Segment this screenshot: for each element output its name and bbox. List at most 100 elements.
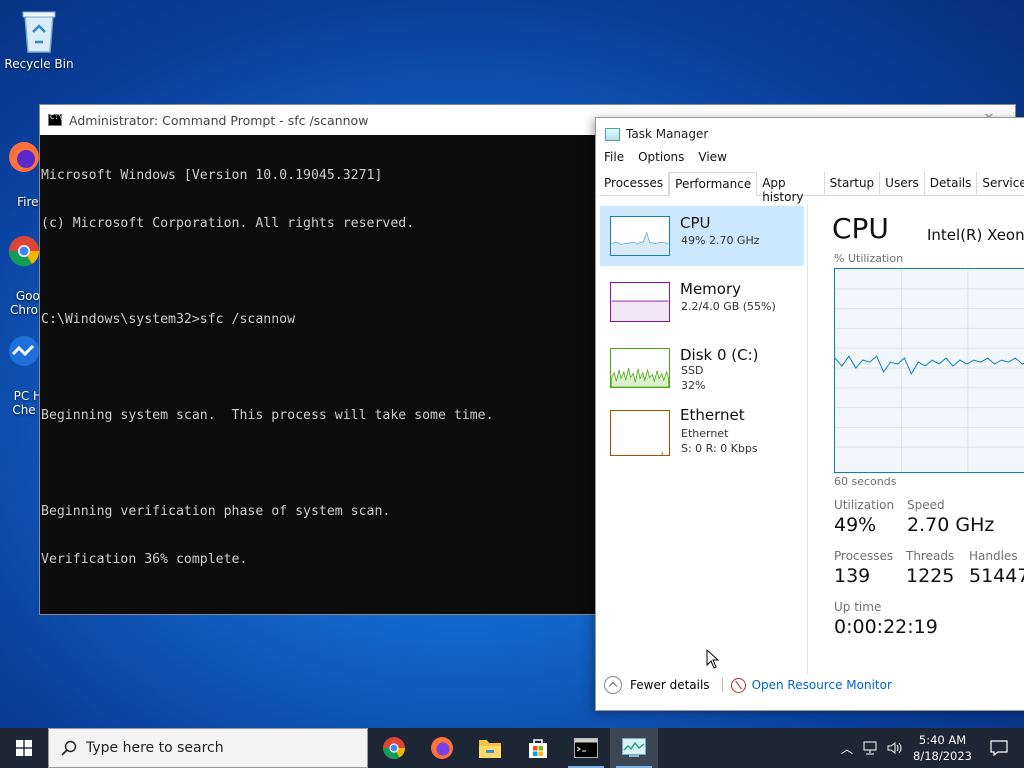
desktop-icon-recycle-bin[interactable]: Recycle Bin (4, 8, 74, 71)
taskbar-command-prompt[interactable] (562, 728, 610, 768)
taskbar-chrome[interactable] (370, 728, 418, 768)
cpu-mini-graph (610, 216, 670, 256)
sidebar-item-ethernet[interactable]: Ethernet Ethernet S: 0 R: 0 Kbps (600, 404, 804, 464)
tab-app-history[interactable]: App history (757, 172, 825, 204)
tab-performance[interactable]: Performance (669, 172, 758, 197)
stat-value: 2.70 GHz (907, 514, 995, 536)
command-prompt-icon (48, 113, 63, 126)
tab-details[interactable]: Details (925, 172, 978, 196)
menu-view[interactable]: View (698, 150, 726, 168)
network-icon[interactable] (863, 741, 879, 755)
sidebar-item-title: Ethernet (680, 406, 745, 424)
pane-divider (807, 204, 808, 674)
tab-services[interactable]: Services (977, 172, 1024, 196)
sidebar-item-title: Disk 0 (C:) (680, 346, 759, 364)
fewer-details-link[interactable]: Fewer details (630, 678, 710, 692)
firefox-icon (9, 142, 39, 172)
task-manager-window[interactable]: Task Manager File Options View Processes… (595, 117, 1024, 711)
desktop-icon-chrome[interactable]: Goo Chro (4, 206, 44, 317)
sidebar-item-subtitle: 49% 2.70 GHz (681, 234, 760, 247)
stat-value: 0:00:22:19 (834, 616, 938, 638)
sidebar-item-subtitle: Ethernet (681, 427, 729, 440)
footer-separator (721, 678, 723, 692)
cpu-utilization-graph (834, 268, 1024, 473)
stat-label: Threads (906, 549, 955, 563)
windows-logo-icon (16, 740, 32, 756)
tm-tabs: Processes Performance App history Startu… (599, 172, 1024, 204)
taskbar-firefox[interactable] (418, 728, 466, 768)
stat-label: Speed (907, 498, 945, 512)
command-prompt-icon (574, 738, 598, 758)
pc-health-check-icon (9, 336, 39, 366)
taskbar: Type here to search ︿ 5:40 AM 8/18/2023 (0, 728, 1024, 768)
volume-icon[interactable] (887, 741, 903, 755)
disk-mini-graph (610, 348, 670, 388)
mouse-cursor-icon (706, 649, 720, 669)
resource-monitor-icon (730, 677, 746, 693)
sidebar-item-subtitle: 2.2/4.0 GB (55%) (681, 300, 776, 313)
chevron-up-icon[interactable] (604, 676, 622, 694)
stat-value: 139 (834, 565, 871, 587)
sidebar-item-memory[interactable]: Memory 2.2/4.0 GB (55%) (600, 272, 804, 332)
tm-menubar: File Options View (596, 150, 1024, 168)
system-tray: ︿ 5:40 AM 8/18/2023 (841, 728, 1024, 768)
taskbar-clock[interactable]: 5:40 AM 8/18/2023 (913, 732, 972, 764)
notifications-icon[interactable] (990, 740, 1008, 756)
sidebar-item-value: S: 0 R: 0 Kbps (681, 442, 758, 455)
stat-processes: Processes 139 (834, 549, 893, 587)
desktop-icon-label: PC H Che (12, 389, 43, 417)
menu-options[interactable]: Options (638, 150, 684, 168)
cpu-model: Intel(R) Xeon(R (927, 226, 1024, 244)
stat-utilization: Utilization 49% (834, 498, 894, 536)
search-icon (61, 740, 77, 756)
open-resource-monitor-link[interactable]: Open Resource Monitor (752, 678, 892, 692)
stat-label: Up time (834, 600, 882, 614)
stat-threads: Threads 1225 (906, 549, 954, 587)
desktop-icon-firefox[interactable]: Fire (4, 112, 44, 209)
stat-handles: Handles 51447 (969, 549, 1024, 587)
taskbar-task-manager[interactable] (610, 728, 658, 768)
time-axis-label: 60 seconds (834, 475, 897, 488)
tm-window-title: Task Manager (626, 127, 709, 141)
start-button[interactable] (0, 728, 48, 768)
sidebar-item-title: Memory (680, 280, 742, 298)
taskbar-file-explorer[interactable] (466, 728, 514, 768)
stat-label: Utilization (834, 498, 895, 512)
clock-date: 8/18/2023 (913, 749, 972, 763)
memory-mini-graph (610, 282, 670, 322)
search-placeholder: Type here to search (86, 740, 224, 756)
store-icon (529, 739, 547, 758)
performance-sidebar: CPU 49% 2.70 GHz Memory 2.2/4.0 GB (55%)… (600, 206, 804, 470)
sidebar-item-subtitle: SSD (681, 364, 704, 377)
tab-startup[interactable]: Startup (825, 172, 881, 196)
task-manager-icon (605, 127, 620, 141)
tab-users[interactable]: Users (880, 172, 925, 196)
tm-footer: Fewer details Open Resource Monitor (604, 676, 892, 694)
sidebar-item-value: 32% (681, 379, 706, 392)
stat-value: 1225 (906, 565, 955, 587)
page-title: CPU (832, 212, 889, 245)
show-hidden-icons-chevron-up-icon[interactable]: ︿ (841, 740, 853, 757)
stat-uptime: Up time 0:00:22:19 (834, 600, 938, 638)
cmd-window-title: Administrator: Command Prompt - sfc /sca… (69, 112, 369, 128)
stat-label: Handles (969, 549, 1018, 563)
file-explorer-icon (479, 740, 501, 758)
taskbar-search-box[interactable]: Type here to search (48, 728, 368, 768)
sidebar-item-disk[interactable]: Disk 0 (C:) SSD 32% (600, 338, 804, 398)
sidebar-item-cpu[interactable]: CPU 49% 2.70 GHz (600, 206, 804, 266)
clock-time: 5:40 AM (918, 733, 967, 747)
stat-speed: Speed 2.70 GHz (907, 498, 994, 536)
chrome-icon (8, 236, 40, 267)
desktop-icon-label: Recycle Bin (4, 57, 74, 71)
tm-titlebar[interactable]: Task Manager (596, 118, 1024, 150)
stat-value: 49% (834, 514, 877, 536)
task-manager-icon (622, 738, 646, 757)
sidebar-item-title: CPU (680, 214, 711, 232)
menu-file[interactable]: File (604, 150, 624, 168)
taskbar-microsoft-store[interactable] (514, 728, 562, 768)
stat-label: Processes (834, 549, 894, 563)
tab-processes[interactable]: Processes (599, 172, 670, 196)
stat-value: 51447 (969, 565, 1024, 587)
desktop-icon-pc-health-check[interactable]: PC H Che (4, 306, 44, 417)
recycle-bin-icon (22, 11, 56, 53)
